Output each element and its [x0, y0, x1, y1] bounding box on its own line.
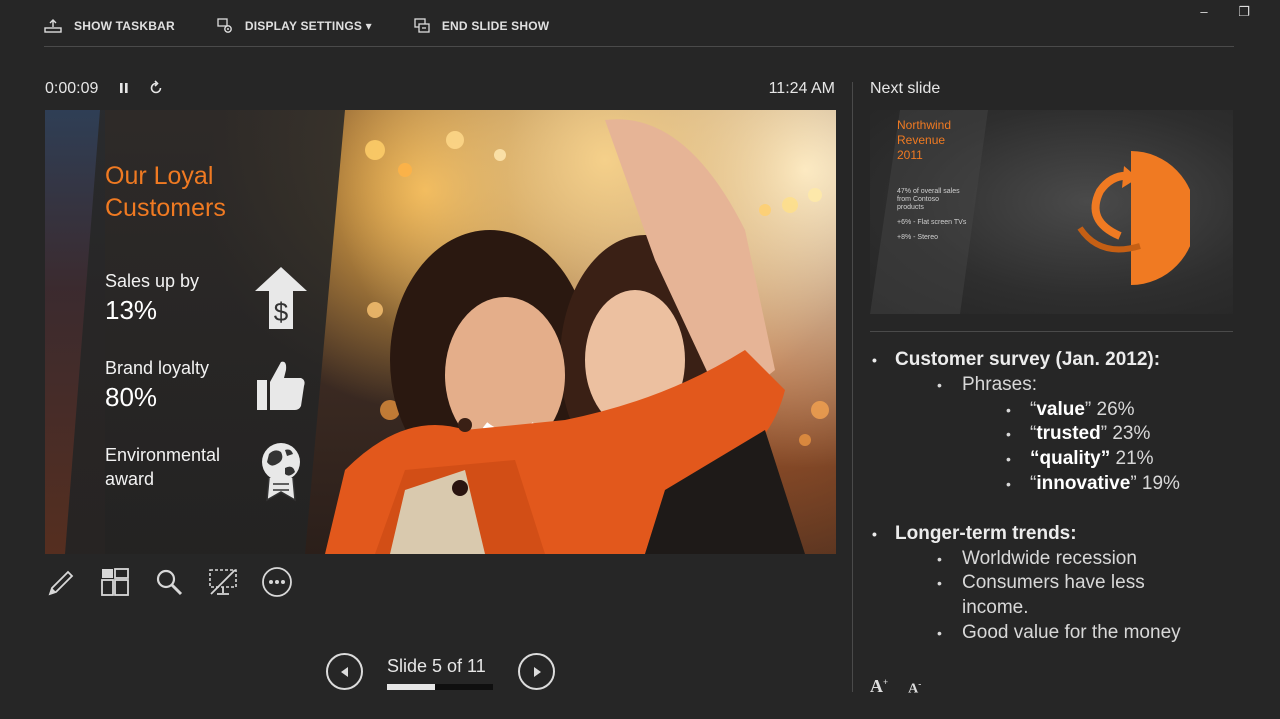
dollar-up-arrow-icon: $	[255, 267, 307, 329]
notes-trend-income-cont: income.	[870, 596, 1232, 621]
black-screen-button[interactable]	[207, 566, 239, 598]
black-screen-icon	[209, 569, 237, 595]
notes-divider	[870, 331, 1233, 332]
notes-spacer	[870, 497, 1232, 522]
notes-item-phrases: • Phrases:	[937, 373, 1037, 395]
notes-phrase-pct: 21%	[1115, 448, 1154, 470]
thumbs-up-icon	[257, 361, 305, 410]
show-taskbar-label: SHOW TASKBAR	[74, 19, 175, 33]
notes-heading-survey-text: Customer survey (Jan. 2012):	[895, 349, 1161, 370]
previous-slide-button[interactable]	[326, 653, 363, 690]
clock: 11:24 AM	[768, 80, 835, 97]
taskbar-icon	[44, 19, 62, 33]
slide-title-line-2: Customers	[105, 194, 226, 222]
stat-sales-value: 13%	[105, 295, 158, 325]
notes-phrase-pct: 23%	[1112, 423, 1151, 445]
toolbar-divider	[44, 46, 1234, 47]
current-slide[interactable]: Our Loyal Customers Sales up by 13% $ Br…	[45, 110, 836, 554]
restart-timer-button[interactable]	[148, 80, 164, 101]
pause-timer-button[interactable]	[118, 81, 130, 100]
zoom-button[interactable]	[153, 566, 185, 598]
pen-icon	[48, 570, 74, 596]
end-slide-show-button[interactable]: END SLIDE SHOW	[414, 18, 549, 34]
next-slide-body-line-2: from Contoso	[897, 196, 940, 203]
next-slide-body-line-1: 47% of overall sales	[897, 188, 960, 195]
next-slide-body-line-3: products	[897, 204, 924, 211]
previous-arrow-icon	[340, 666, 348, 677]
next-slide-body-line-5: +8% - Stereo	[897, 234, 939, 241]
next-slide-title: Northwind Revenue 2011	[897, 118, 951, 163]
notes-phrase-quality: • “quality” 21%	[1006, 448, 1154, 470]
notes-trend-income-text: Consumers have less	[962, 572, 1145, 594]
next-slide-thumbnail[interactable]: Northwind Revenue 2011 47% of overall sa…	[870, 110, 1233, 314]
next-slide-title-line-2: Revenue	[897, 133, 946, 147]
stat-loyalty-label: Brand loyalty	[105, 358, 210, 378]
stat-sales-label: Sales up by	[105, 271, 200, 291]
notes-heading-survey: • Customer survey (Jan. 2012):	[872, 349, 1161, 370]
slide-title-line-1: Our Loyal	[105, 162, 214, 190]
elapsed-timer: 0:00:09	[45, 80, 99, 97]
presenter-toolbar: SHOW TASKBAR DISPLAY SETTINGS ▾ END SLID…	[44, 14, 591, 38]
gear-icon	[217, 18, 232, 33]
notes-phrase-pct: 26%	[1096, 398, 1135, 420]
notes-phrase-trusted: • “trusted” 23%	[1006, 423, 1151, 445]
notes-phrase-word: innovative	[1036, 472, 1131, 494]
notes-phrase-word: quality	[1039, 448, 1101, 470]
increase-text-size-button[interactable]: A+	[870, 676, 888, 698]
notes-trend-income: • Consumers have less	[937, 572, 1145, 594]
next-slide-title-line-1: Northwind	[897, 118, 952, 132]
display-settings-button[interactable]: DISPLAY SETTINGS ▾	[217, 18, 372, 34]
stat-award-label: Environmental	[105, 445, 221, 465]
slide-counter[interactable]: Slide 5 of 11	[387, 656, 486, 677]
restart-icon	[150, 80, 162, 94]
pane-divider	[852, 82, 853, 692]
see-all-slides-button[interactable]	[99, 566, 131, 598]
globe-ribbon-icon	[262, 443, 300, 502]
next-slide-label: Next slide	[870, 80, 941, 97]
svg-text:$: $	[274, 297, 289, 327]
pause-icon	[120, 83, 128, 93]
show-taskbar-button[interactable]: SHOW TASKBAR	[44, 19, 175, 33]
notes-item-phrases-text: Phrases:	[962, 373, 1037, 395]
window-controls: – ❐	[1196, 4, 1252, 20]
next-slide-body-line-4: +6% - Flat screen TVs	[897, 219, 967, 226]
notes-trend-income-text-2: income.	[962, 597, 1029, 619]
slide-tools	[45, 566, 293, 598]
pie-chart-graphic	[1077, 151, 1190, 285]
end-show-icon	[414, 18, 430, 33]
next-arrow-icon	[533, 666, 541, 677]
notes-trend-recession: • Worldwide recession	[937, 547, 1137, 569]
notes-heading-trends: • Longer-term trends:	[872, 522, 1077, 544]
notes-trend-value-text: Good value for the money	[962, 621, 1181, 643]
notes-trend-value: • Good value for the money	[937, 621, 1181, 643]
slide-progress-bar	[387, 684, 493, 690]
notes-heading-trends-text: Longer-term trends:	[895, 522, 1077, 544]
slide-progress-fill	[387, 684, 435, 690]
notes-phrase-word: trusted	[1036, 423, 1101, 445]
notes-trend-recession-text: Worldwide recession	[962, 547, 1137, 569]
notes-phrase-word: value	[1036, 398, 1085, 420]
stat-loyalty-value: 80%	[105, 382, 158, 412]
more-options-button[interactable]	[261, 566, 293, 598]
notes-font-size-controls: A+ A-	[870, 676, 921, 698]
zoom-icon	[156, 569, 183, 596]
restore-button[interactable]: ❐	[1236, 4, 1252, 20]
display-settings-label: DISPLAY SETTINGS ▾	[244, 19, 372, 33]
more-options-icon	[262, 567, 292, 597]
stat-award-label-2: award	[105, 469, 155, 489]
pen-tool-button[interactable]	[45, 566, 77, 598]
notes-phrase-innovative: • “innovative” 19%	[1006, 472, 1180, 494]
increase-text-size-label: A	[870, 676, 883, 696]
notes-phrase-value: • “value” 26%	[1006, 398, 1135, 420]
decrease-text-size-button[interactable]: A-	[908, 676, 921, 698]
minimize-button[interactable]: –	[1196, 4, 1212, 20]
decrease-text-size-label: A	[908, 681, 919, 697]
end-slide-show-label: END SLIDE SHOW	[441, 19, 550, 33]
see-all-slides-icon	[101, 568, 129, 596]
speaker-notes: • Customer survey (Jan. 2012): • Phrases: …	[870, 348, 1232, 646]
next-slide-button[interactable]	[518, 653, 555, 690]
notes-phrase-pct: 19%	[1141, 472, 1180, 494]
next-slide-title-line-3: 2011	[897, 148, 923, 162]
slide-title: Our Loyal Customers	[105, 160, 226, 224]
